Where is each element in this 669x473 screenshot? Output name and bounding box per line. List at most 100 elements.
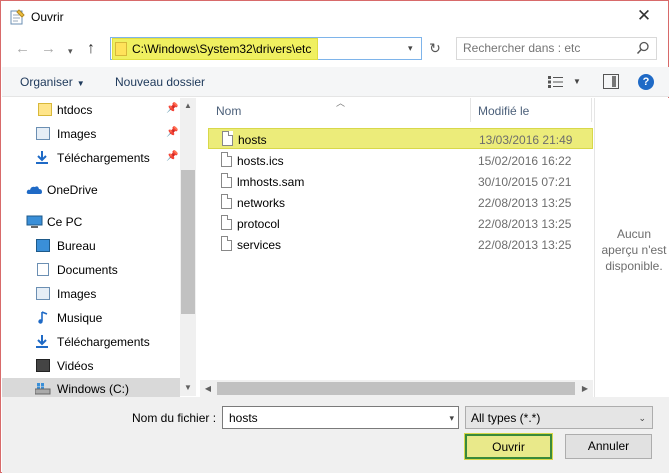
column-header-row: ︿ Nom Modifié le	[200, 98, 593, 124]
sidebar-item-desktop[interactable]: Bureau	[2, 235, 180, 257]
pin-icon[interactable]: 📌	[166, 127, 178, 138]
filename-value[interactable]: hosts	[229, 411, 258, 425]
file-row-networks[interactable]: networks 22/08/2013 13:25	[208, 192, 593, 213]
close-icon: ✕	[636, 6, 652, 25]
file-row-services[interactable]: services 22/08/2013 13:25	[208, 234, 593, 255]
search-input[interactable]	[463, 41, 633, 55]
navigation-scrollbar[interactable]: ▲ ▼	[180, 98, 196, 396]
sidebar-item-images-pinned[interactable]: Images 📌	[2, 123, 180, 145]
sidebar-item-htdocs[interactable]: htdocs 📌	[2, 99, 180, 121]
scroll-down-arrow-icon[interactable]: ▼	[180, 380, 196, 396]
scroll-right-arrow-icon[interactable]: ▶	[577, 380, 593, 397]
file-list-scrollbar[interactable]: ◀ ▶	[200, 380, 593, 397]
pin-icon[interactable]: 📌	[166, 103, 178, 114]
videos-icon	[36, 359, 50, 372]
chevron-down-icon[interactable]: ▾	[408, 43, 413, 54]
open-dialog: Ouvrir ✕ ← → ▾ ↑ C:\Windows\System32\dri…	[0, 0, 669, 473]
sidebar-item-downloads[interactable]: Téléchargements	[2, 331, 180, 353]
sidebar-item-label: Documents	[57, 263, 118, 277]
file-icon	[222, 131, 233, 146]
column-divider[interactable]	[591, 98, 592, 122]
file-modified: 13/03/2016 21:49	[479, 133, 573, 147]
caret-down-icon: ▼	[76, 79, 85, 88]
sidebar-item-label: Images	[57, 287, 97, 301]
sidebar-item-label: Windows (C:)	[57, 382, 130, 396]
dialog-footer: Nom du fichier : hosts ▾ All types (*.*)…	[2, 397, 669, 473]
file-modified: 15/02/2016 16:22	[478, 154, 572, 168]
file-row-lmhosts-sam[interactable]: lmhosts.sam 30/10/2015 07:21	[208, 171, 593, 192]
file-modified: 22/08/2013 13:25	[478, 238, 572, 252]
sidebar-item-label: Musique	[57, 311, 103, 325]
up-button[interactable]: ↑	[87, 41, 95, 57]
scroll-thumb[interactable]	[181, 170, 195, 314]
file-icon	[221, 215, 232, 230]
organise-button[interactable]: Organiser ▼	[20, 75, 85, 89]
filetype-value: All types (*.*)	[471, 411, 541, 425]
file-modified: 22/08/2013 13:25	[478, 196, 572, 210]
sidebar-item-this-pc[interactable]: Ce PC	[2, 211, 180, 233]
sidebar-item-label: Bureau	[57, 239, 96, 253]
pin-icon[interactable]: 📌	[166, 151, 178, 162]
command-bar: Organiser ▼ Nouveau dossier ▼ ?	[2, 67, 669, 97]
file-modified: 22/08/2013 13:25	[478, 217, 572, 231]
downloads-icon	[36, 151, 48, 164]
sidebar-item-downloads-pinned[interactable]: Téléchargements 📌	[2, 147, 180, 169]
file-row-hosts-ics[interactable]: hosts.ics 15/02/2016 16:22	[208, 150, 593, 171]
column-divider[interactable]	[470, 98, 471, 122]
music-icon	[38, 311, 48, 324]
chevron-down-icon[interactable]: ▾	[449, 413, 454, 424]
sidebar-item-music[interactable]: Musique	[2, 307, 180, 329]
file-name: lmhosts.sam	[237, 175, 305, 189]
help-icon[interactable]: ?	[638, 74, 654, 90]
open-button[interactable]: Ouvrir	[465, 434, 552, 459]
pictures-icon	[36, 127, 50, 140]
folder-icon	[38, 103, 52, 116]
file-name: networks	[237, 196, 286, 210]
sidebar-item-label: htdocs	[57, 103, 93, 117]
desktop-icon	[36, 239, 50, 252]
sidebar-item-label: Téléchargements	[57, 335, 150, 349]
chevron-down-icon[interactable]: ⌄	[638, 413, 646, 424]
sidebar-item-images[interactable]: Images	[2, 283, 180, 305]
preview-pane: Aucun aperçu n'est disponible.	[594, 98, 669, 397]
file-icon	[221, 173, 232, 188]
sidebar-item-label: Ce PC	[47, 215, 83, 229]
folder-icon	[115, 42, 127, 56]
view-options-icon[interactable]	[547, 75, 565, 89]
recent-locations-button[interactable]: ▾	[68, 43, 73, 59]
file-row-hosts[interactable]: hosts 13/03/2016 21:49	[208, 128, 593, 149]
preview-pane-toggle-icon[interactable]	[603, 74, 619, 89]
address-path[interactable]: C:\Windows\System32\drivers\etc	[132, 42, 311, 56]
file-name: hosts	[238, 133, 267, 147]
filetype-select[interactable]: All types (*.*) ⌄	[465, 406, 653, 429]
filename-field[interactable]: hosts ▾	[222, 406, 459, 429]
search-icon[interactable]	[636, 41, 650, 55]
sidebar-item-documents[interactable]: Documents	[2, 259, 180, 281]
view-dropdown-icon[interactable]: ▼	[573, 77, 581, 86]
refresh-icon: ↻	[429, 40, 441, 56]
forward-button[interactable]: →	[41, 41, 56, 57]
drive-icon	[35, 383, 51, 395]
scroll-thumb[interactable]	[217, 382, 575, 395]
onedrive-icon	[26, 186, 42, 194]
back-button[interactable]: ←	[15, 41, 30, 57]
file-row-protocol[interactable]: protocol 22/08/2013 13:25	[208, 213, 593, 234]
documents-icon	[37, 263, 49, 276]
scroll-left-arrow-icon[interactable]: ◀	[200, 380, 216, 397]
file-modified: 30/10/2015 07:21	[478, 175, 572, 189]
notepad-icon	[10, 9, 25, 25]
column-header-name[interactable]: Nom	[216, 104, 241, 118]
sidebar-item-onedrive[interactable]: OneDrive	[2, 179, 180, 201]
close-button[interactable]: ✕	[634, 6, 654, 26]
sidebar-item-videos[interactable]: Vidéos	[2, 355, 180, 377]
refresh-button[interactable]: ↻	[425, 37, 445, 60]
new-folder-button[interactable]: Nouveau dossier	[115, 75, 205, 89]
column-header-modified[interactable]: Modifié le	[478, 104, 529, 118]
file-name: protocol	[237, 217, 280, 231]
file-icon	[221, 194, 232, 209]
scroll-up-arrow-icon[interactable]: ▲	[180, 98, 196, 114]
sidebar-item-label: Images	[57, 127, 97, 141]
filename-label: Nom du fichier :	[132, 411, 217, 425]
cancel-button[interactable]: Annuler	[565, 434, 652, 459]
sidebar-item-label: OneDrive	[47, 183, 98, 197]
